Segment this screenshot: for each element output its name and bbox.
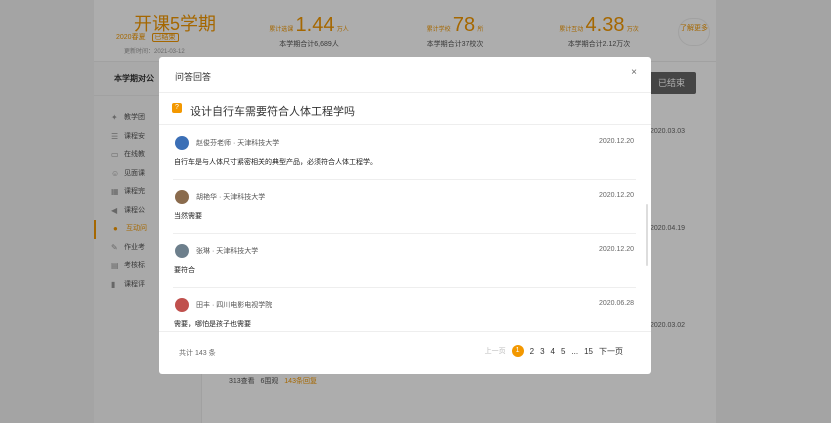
question-row: ? 设计自行车需要符合人体工程学吗	[159, 93, 651, 125]
modal-footer: 共计 143 条 上一页 1 2 3 4 5 ... 15 下一页	[159, 331, 651, 374]
page-button[interactable]: 5	[561, 347, 565, 356]
answer-item: 胡艳华 · 天津科技大学 2020.12.20 当然需要	[173, 180, 636, 234]
page-ellipsis: ...	[571, 346, 579, 356]
answer-author[interactable]: 胡艳华 · 天津科技大学	[196, 192, 265, 202]
answer-date: 2020.12.20	[598, 246, 634, 253]
scrollbar[interactable]	[646, 204, 648, 266]
answer-list[interactable]: 赵俊芬老师 · 天津科技大学 2020.12.20 自行车是与人体尺寸紧密相关的…	[159, 126, 651, 331]
answer-author[interactable]: 田丰 · 四川电影电视学院	[196, 300, 272, 310]
answer-author[interactable]: 赵俊芬老师 · 天津科技大学	[196, 138, 279, 148]
answer-item: 田丰 · 四川电影电视学院 2020.06.28 需要，哪怕是孩子也需要	[173, 288, 636, 331]
page-button[interactable]: 2	[530, 347, 534, 356]
avatar[interactable]	[175, 190, 189, 204]
answer-date: 2020.06.28	[598, 300, 634, 307]
answer-item: 张琳 · 天津科技大学 2020.12.20 要符合	[173, 234, 636, 288]
answer-text: 自行车是与人体尺寸紧密相关的典型产品，必须符合人体工程学。	[174, 159, 377, 166]
page-button[interactable]: 3	[540, 347, 544, 356]
next-page-button[interactable]: 下一页	[599, 346, 623, 357]
answer-text: 需要，哪怕是孩子也需要	[174, 321, 251, 328]
question-text: 设计自行车需要符合人体工程学吗	[190, 106, 355, 118]
answer-item: 赵俊芬老师 · 天津科技大学 2020.12.20 自行车是与人体尺寸紧密相关的…	[173, 126, 636, 180]
avatar[interactable]	[175, 298, 189, 312]
answer-author[interactable]: 张琳 · 天津科技大学	[196, 246, 258, 256]
page-button[interactable]: 4	[551, 347, 555, 356]
answer-date: 2020.12.20	[598, 138, 634, 145]
modal-title: 问答回答	[175, 72, 212, 82]
pagination: 上一页 1 2 3 4 5 ... 15 下一页	[485, 345, 623, 357]
answer-date: 2020.12.20	[598, 192, 634, 199]
prev-page-button[interactable]: 上一页	[485, 346, 506, 356]
answer-text: 要符合	[174, 267, 195, 274]
page-button[interactable]: 15	[584, 347, 593, 356]
question-icon: ?	[172, 103, 182, 113]
answer-text: 当然需要	[174, 213, 202, 220]
avatar[interactable]	[175, 244, 189, 258]
modal-header: 问答回答 ×	[159, 57, 651, 93]
close-icon[interactable]: ×	[631, 67, 637, 78]
qa-modal: 问答回答 × ? 设计自行车需要符合人体工程学吗 赵俊芬老师 · 天津科技大学 …	[159, 57, 651, 374]
avatar[interactable]	[175, 136, 189, 150]
page-button-current[interactable]: 1	[511, 345, 524, 357]
total-count: 共计 143 条	[179, 350, 216, 357]
